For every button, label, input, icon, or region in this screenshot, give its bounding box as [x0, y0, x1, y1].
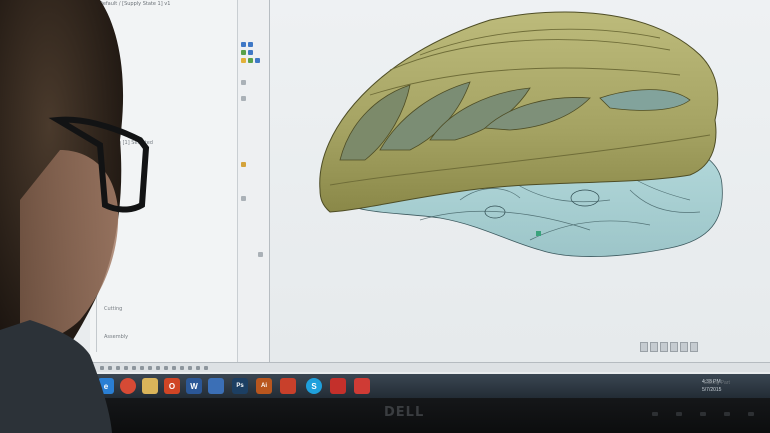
person-silhouette — [0, 0, 150, 433]
